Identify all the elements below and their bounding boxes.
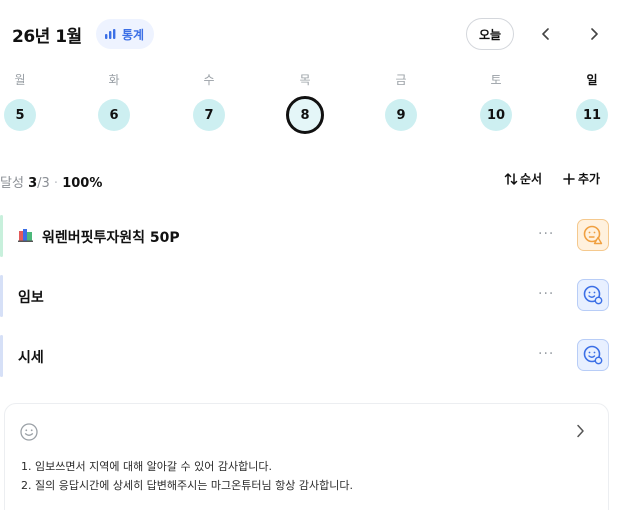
next-week-button[interactable] [584,24,604,44]
habit-item[interactable]: 시세 ··· [0,334,619,378]
weekday-fri: 금 [395,73,407,87]
habit-name-text: 워렌버핏투자원칙 50P [42,230,180,246]
achievement-summary: 달성 3/3 · 100% [0,172,102,191]
mood-warning-button[interactable] [577,219,609,251]
habit-item[interactable]: 임보 ··· [0,274,619,318]
prev-week-button[interactable] [536,24,556,44]
habit-name: 워렌버핏투자원칙 50P [18,227,180,247]
add-label: 추가 [578,172,601,186]
bar-chart-icon [104,25,118,44]
sort-button[interactable]: 순서 [504,170,542,187]
habit-name: 임보 [18,287,44,307]
smile-icon [19,422,39,446]
habit-name: 시세 [18,347,44,367]
more-options-button[interactable]: ··· [538,286,554,302]
weekday-sat: 토 [490,73,502,87]
weekday-mon: 월 [14,73,26,87]
day-button[interactable]: 10 [480,99,512,131]
day-button[interactable]: 5 [4,99,36,131]
achievement-total: /3 [37,176,50,191]
calendar-header: 26년 1월 통계 오늘 [12,18,609,50]
sort-label: 순서 [520,172,543,186]
achievement-percent: 100% [62,176,103,191]
plus-icon [563,172,575,185]
books-icon [18,228,34,246]
weekday-sun: 일 [586,73,598,87]
chevron-right-icon [591,28,598,40]
stats-button[interactable]: 통계 [96,19,155,49]
weekday-thu: 목 [299,73,311,87]
chevron-left-icon [542,28,549,40]
more-options-button[interactable]: ··· [538,226,554,242]
stats-label: 통계 [122,27,145,42]
mood-ok-button[interactable] [577,279,609,311]
habit-color-bar [0,275,3,317]
day-button[interactable]: 7 [193,99,225,131]
habit-item[interactable]: 워렌버핏투자원칙 50P ··· [0,214,619,258]
month-title: 26년 1월 [12,27,82,47]
day-button[interactable]: 9 [385,99,417,131]
weekday-wed: 수 [203,73,215,87]
habit-color-bar [0,215,3,257]
face-check-icon [583,345,603,365]
memo-line: 2. 질의 응답시간에 상세히 답변해주시는 마그온튜터님 항상 감사합니다. [21,479,353,492]
achievement-label: 달성 [0,176,24,191]
add-habit-button[interactable]: 추가 [563,170,600,187]
sort-arrows-icon [504,172,518,185]
face-warning-icon [583,225,603,245]
day-button-selected[interactable]: 8 [286,96,324,134]
day-button[interactable]: 11 [576,99,608,131]
day-button[interactable]: 6 [98,99,130,131]
achievement-done: 3 [28,176,38,191]
chevron-right-icon [575,423,585,442]
habit-name-text: 시세 [18,350,44,366]
face-check-icon [583,285,603,305]
weekday-tue: 화 [108,73,120,87]
mood-ok-button[interactable] [577,339,609,371]
daily-memo-card[interactable]: 1. 임보쓰면서 지역에 대해 알아갈 수 있어 감사합니다. 2. 질의 응답… [4,403,609,510]
habit-color-bar [0,335,3,377]
habit-name-text: 임보 [18,290,44,306]
today-button[interactable]: 오늘 [466,18,514,50]
separator-dot: · [53,176,59,191]
more-options-button[interactable]: ··· [538,346,554,362]
memo-line: 1. 임보쓰면서 지역에 대해 알아갈 수 있어 감사합니다. [21,460,272,473]
